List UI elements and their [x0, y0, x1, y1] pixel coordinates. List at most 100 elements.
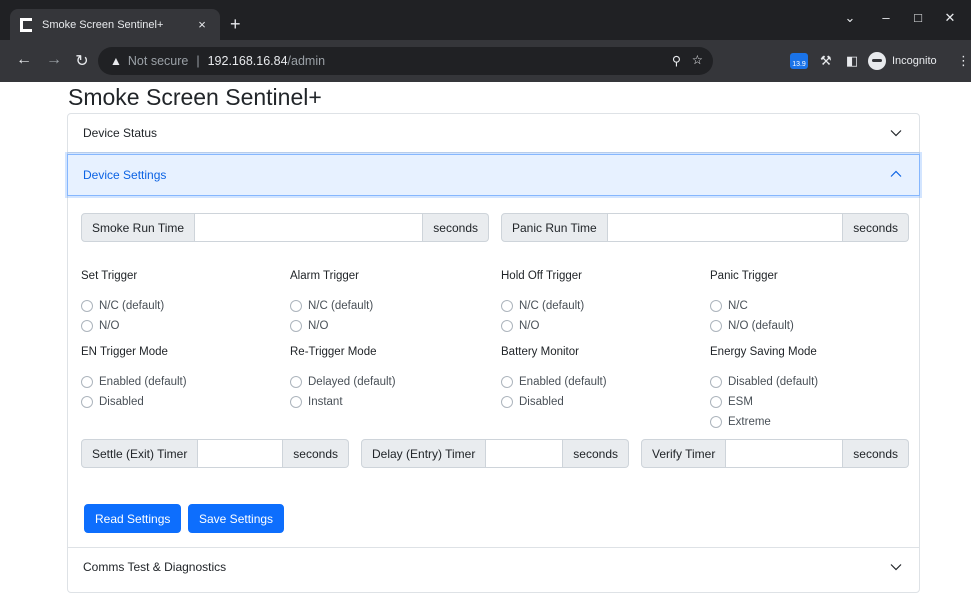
- set-trigger-title: Set Trigger: [81, 270, 138, 282]
- alarm-trigger-option-no[interactable]: N/O: [290, 316, 373, 336]
- forward-arrow-icon[interactable]: →: [42, 51, 66, 69]
- puzzle-icon[interactable]: ⚒: [820, 53, 832, 69]
- back-arrow-icon[interactable]: ←: [12, 51, 36, 69]
- incognito-icon: [868, 52, 886, 70]
- re-trigger-mode-option-instant[interactable]: Instant: [290, 392, 396, 412]
- extension-icon[interactable]: 13.9: [790, 53, 808, 69]
- panic-run-time-group: Panic Run Time seconds: [501, 213, 909, 242]
- address-bar[interactable]: ▲ Not secure | 192.168.16.84 /admin ⚲ ☆: [98, 47, 713, 75]
- page-title: Smoke Screen Sentinel+: [68, 84, 322, 110]
- panic-trigger-title: Panic Trigger: [710, 270, 778, 282]
- accordion-device-status-label: Device Status: [83, 126, 158, 140]
- radio-icon: [501, 300, 513, 312]
- close-window-icon[interactable]: ✕: [940, 10, 960, 26]
- hold-off-trigger-option-nc[interactable]: N/C (default): [501, 296, 584, 316]
- radio-icon: [81, 396, 93, 408]
- accordion-device-settings[interactable]: Device Settings: [67, 154, 920, 196]
- verify-timer-group: Verify Timer seconds: [641, 439, 909, 468]
- reload-icon[interactable]: ↻: [70, 51, 94, 71]
- browser-tab[interactable]: Smoke Screen Sentinel+ ×: [10, 9, 220, 40]
- hold-off-trigger-option-no[interactable]: N/O: [501, 316, 584, 336]
- battery-monitor-option-disabled[interactable]: Disabled: [501, 392, 607, 412]
- url-path: /admin: [287, 54, 326, 68]
- radio-icon: [290, 396, 302, 408]
- accordion-comms-test-label: Comms Test & Diagnostics: [83, 560, 227, 574]
- incognito-indicator[interactable]: Incognito: [868, 52, 937, 70]
- verify-timer-unit: seconds: [843, 439, 909, 468]
- minimize-icon[interactable]: –: [876, 10, 896, 25]
- en-trigger-mode-group: EN Trigger Mode Enabled (default) Disabl…: [81, 346, 187, 412]
- panic-run-time-input[interactable]: [607, 213, 844, 242]
- radio-icon: [290, 320, 302, 332]
- delay-timer-unit: seconds: [563, 439, 629, 468]
- tab-close-icon[interactable]: ×: [194, 17, 210, 32]
- tab-search-icon[interactable]: ⌄: [840, 10, 860, 26]
- settle-timer-group: Settle (Exit) Timer seconds: [81, 439, 349, 468]
- set-trigger-option-no[interactable]: N/O: [81, 316, 164, 336]
- radio-icon: [501, 320, 513, 332]
- side-panel-icon[interactable]: ◧: [846, 53, 858, 69]
- accordion-device-status[interactable]: Device Status: [68, 114, 919, 153]
- radio-icon: [290, 300, 302, 312]
- hold-off-trigger-title: Hold Off Trigger: [501, 270, 582, 282]
- panic-run-time-unit: seconds: [843, 213, 909, 242]
- security-warning: Not secure: [127, 54, 189, 68]
- delay-timer-input[interactable]: [486, 439, 564, 468]
- radio-icon: [710, 416, 722, 428]
- smoke-run-time-input[interactable]: [195, 213, 424, 242]
- warning-icon: ▲: [110, 54, 122, 68]
- maximize-icon[interactable]: □: [908, 10, 928, 25]
- en-trigger-mode-option-disabled[interactable]: Disabled: [81, 392, 187, 412]
- radio-icon: [710, 320, 722, 332]
- zoom-icon[interactable]: ⚲: [672, 53, 681, 68]
- battery-monitor-option-enabled[interactable]: Enabled (default): [501, 372, 607, 392]
- read-settings-button[interactable]: Read Settings: [84, 504, 182, 533]
- smoke-run-time-unit: seconds: [423, 213, 489, 242]
- browser-toolbar: ← → ↻ ▲ Not secure | 192.168.16.84 /admi…: [0, 40, 971, 82]
- re-trigger-mode-option-delayed[interactable]: Delayed (default): [290, 372, 396, 392]
- energy-saving-mode-option-esm[interactable]: ESM: [710, 392, 818, 412]
- url-separator: |: [196, 54, 200, 68]
- star-icon[interactable]: ☆: [692, 52, 703, 67]
- energy-saving-mode-option-disabled[interactable]: Disabled (default): [710, 372, 818, 392]
- verify-timer-input[interactable]: [726, 439, 844, 468]
- accordion-comms-test[interactable]: Comms Test & Diagnostics: [68, 547, 919, 586]
- chevron-down-icon: [890, 564, 902, 571]
- panic-trigger-option-no[interactable]: N/O (default): [710, 316, 794, 336]
- chevron-up-icon: [890, 170, 902, 177]
- battery-monitor-group: Battery Monitor Enabled (default) Disabl…: [501, 346, 607, 412]
- tab-title: Smoke Screen Sentinel+: [42, 18, 164, 31]
- url-host: 192.168.16.84: [207, 54, 288, 68]
- hold-off-trigger-group: Hold Off Trigger N/C (default) N/O: [501, 270, 584, 336]
- set-trigger-option-nc[interactable]: N/C (default): [81, 296, 164, 316]
- energy-saving-mode-option-extreme[interactable]: Extreme: [710, 412, 818, 432]
- en-trigger-mode-title: EN Trigger Mode: [81, 346, 168, 358]
- verify-timer-label: Verify Timer: [641, 439, 727, 468]
- browser-tabstrip: Smoke Screen Sentinel+ × + ⌄ – □ ✕: [0, 0, 971, 40]
- smoke-run-time-group: Smoke Run Time seconds: [81, 213, 489, 242]
- radio-icon: [501, 376, 513, 388]
- new-tab-button[interactable]: +: [230, 15, 241, 33]
- panic-trigger-group: Panic Trigger N/C N/O (default): [710, 270, 794, 336]
- smoke-run-time-label: Smoke Run Time: [81, 213, 196, 242]
- delay-timer-group: Delay (Entry) Timer seconds: [361, 439, 629, 468]
- radio-icon: [710, 300, 722, 312]
- re-trigger-mode-title: Re-Trigger Mode: [290, 346, 377, 358]
- alarm-trigger-option-nc[interactable]: N/C (default): [290, 296, 373, 316]
- re-trigger-mode-group: Re-Trigger Mode Delayed (default) Instan…: [290, 346, 396, 412]
- menu-icon[interactable]: ⋮: [957, 53, 970, 69]
- radio-icon: [81, 320, 93, 332]
- radio-icon: [81, 376, 93, 388]
- site-favicon-icon: [20, 17, 32, 32]
- en-trigger-mode-option-enabled[interactable]: Enabled (default): [81, 372, 187, 392]
- save-settings-button[interactable]: Save Settings: [188, 504, 285, 533]
- delay-timer-label: Delay (Entry) Timer: [361, 439, 487, 468]
- settle-timer-unit: seconds: [283, 439, 349, 468]
- settle-timer-input[interactable]: [198, 439, 284, 468]
- energy-saving-mode-title: Energy Saving Mode: [710, 346, 817, 358]
- set-trigger-group: Set Trigger N/C (default) N/O: [81, 270, 164, 336]
- panic-trigger-option-nc[interactable]: N/C: [710, 296, 794, 316]
- energy-saving-mode-group: Energy Saving Mode Disabled (default) ES…: [710, 346, 818, 432]
- radio-icon: [81, 300, 93, 312]
- radio-icon: [290, 376, 302, 388]
